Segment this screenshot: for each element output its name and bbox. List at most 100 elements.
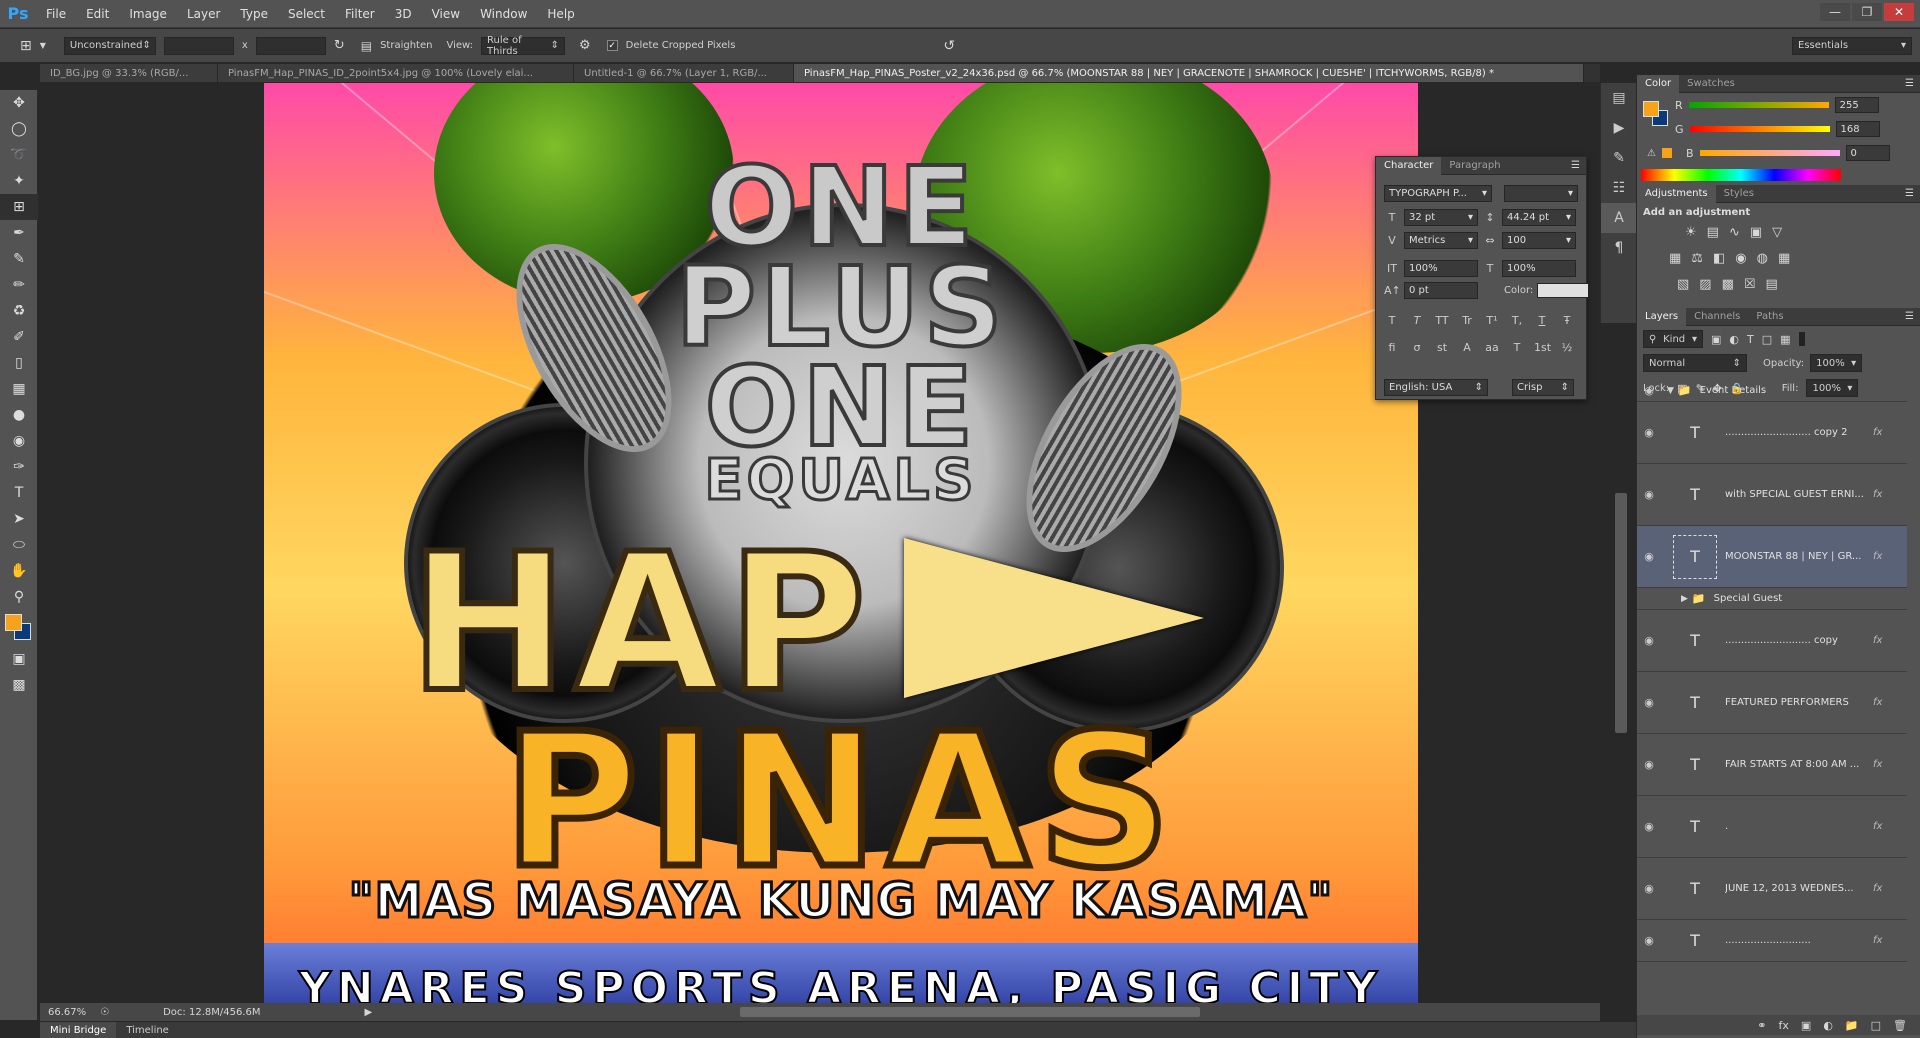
menu-edit[interactable]: Edit [76, 7, 119, 21]
fx-icon[interactable]: fx [1873, 821, 1882, 832]
eye-icon[interactable]: ◉ [1637, 882, 1661, 895]
font-style-select[interactable]: ▾ [1504, 185, 1578, 202]
ellipse-tool-icon[interactable]: ⬭ [0, 532, 38, 558]
layer-group-special-guest[interactable]: ▶ 📁 Special Guest [1637, 588, 1907, 610]
opacity-field[interactable]: 100% ▾ [1810, 354, 1863, 372]
chevron-down-icon[interactable]: ▼ [1667, 386, 1674, 396]
threshold-icon[interactable]: ▩ [1722, 277, 1734, 292]
tab-id-bg[interactable]: ID_BG.jpg @ 33.3% (RGB/... [40, 64, 218, 82]
faux-italic-icon[interactable]: T [1409, 314, 1425, 327]
subscript-icon[interactable]: T, [1509, 314, 1525, 327]
marquee-tool-icon[interactable]: ◯ [0, 116, 38, 142]
tab-id-2point5x4[interactable]: PinasFM_Hap_PINAS_ID_2point5x4.jpg @ 100… [218, 64, 574, 82]
text-color-swatch[interactable] [1537, 283, 1590, 298]
add-style-icon[interactable]: fx [1779, 1019, 1789, 1032]
opentype-titling-icon[interactable]: aa [1484, 341, 1500, 354]
character-icon[interactable]: A [1601, 203, 1637, 233]
link-layers-icon[interactable]: ⚭ [1757, 1019, 1766, 1032]
red-slider[interactable] [1688, 102, 1829, 108]
font-size-field[interactable]: 32 pt ▾ [1404, 209, 1478, 226]
color-lookup-icon[interactable]: ▦ [1778, 251, 1790, 266]
fx-icon[interactable]: fx [1873, 759, 1882, 770]
menu-select[interactable]: Select [278, 7, 335, 21]
fx-icon[interactable]: fx [1873, 427, 1882, 438]
kerning-field[interactable]: Metrics ▾ [1404, 232, 1478, 249]
color-balance-icon[interactable]: ⚖ [1691, 251, 1703, 266]
underline-icon[interactable]: T [1534, 314, 1550, 327]
tab-layers[interactable]: Layers [1637, 307, 1687, 326]
workspace-select[interactable]: Essentials ▾ [1792, 36, 1912, 55]
opentype-swash-icon[interactable]: st [1434, 341, 1450, 354]
eye-icon[interactable]: ◉ [1637, 426, 1661, 439]
layer-group-event-details[interactable]: ◉ ▼ 📁 Event Details [1637, 380, 1907, 402]
opentype-ligature-icon[interactable]: fi [1384, 341, 1400, 354]
layer-item[interactable]: ◉ T FAIR STARTS AT 8:00 AM ... fx [1637, 734, 1907, 796]
magic-wand-tool-icon[interactable]: ✦ [0, 168, 38, 194]
fx-icon[interactable]: fx [1873, 935, 1882, 946]
channel-mixer-icon[interactable]: ◍ [1757, 251, 1768, 266]
new-layer-icon[interactable]: □ [1871, 1019, 1881, 1032]
crop-tool-icon[interactable]: ⊞ [0, 194, 38, 220]
blue-value[interactable]: 0 [1845, 145, 1890, 161]
fx-icon[interactable]: fx [1873, 489, 1882, 500]
straighten-button[interactable]: Straighten [380, 40, 432, 51]
filter-toggle[interactable] [1798, 332, 1805, 346]
eyedropper-tool-icon[interactable]: ✒ [0, 220, 38, 246]
menu-type[interactable]: Type [230, 7, 278, 21]
curves-icon[interactable]: ∿ [1729, 225, 1740, 240]
tab-paths[interactable]: Paths [1748, 308, 1791, 326]
green-value[interactable]: 168 [1835, 121, 1880, 137]
opentype-alternates-icon[interactable]: A [1459, 341, 1475, 354]
horizontal-scrollbar[interactable] [740, 1007, 1200, 1017]
leading-field[interactable]: 44.24 pt ▾ [1502, 209, 1576, 226]
gear-icon[interactable]: ⚙ [579, 38, 591, 53]
actions-icon[interactable]: ▶ [1601, 113, 1637, 143]
filter-adjustment-icon[interactable]: ◐ [1729, 333, 1739, 346]
layer-item-selected[interactable]: ◉ T MOONSTAR 88 | NEY | GR... fx [1637, 526, 1907, 588]
add-mask-icon[interactable]: ▣ [1801, 1019, 1811, 1032]
tab-untitled-1[interactable]: Untitled-1 @ 66.7% (Layer 1, RGB/... [574, 64, 794, 82]
height-field[interactable] [255, 36, 326, 55]
filter-smart-object-icon[interactable]: ▦ [1780, 333, 1790, 346]
opentype-ornaments-icon[interactable]: T [1509, 341, 1525, 354]
fx-icon[interactable]: fx [1873, 551, 1882, 562]
invert-icon[interactable]: ▧ [1677, 277, 1689, 292]
menu-file[interactable]: File [36, 7, 76, 21]
vertical-scale-field[interactable]: 100% [1404, 260, 1478, 277]
opentype-discretionary-icon[interactable]: σ [1409, 341, 1425, 354]
history-icon[interactable]: ▤ [1601, 83, 1637, 113]
layer-item[interactable]: ◉ T ........................... copy fx [1637, 610, 1907, 672]
color-fg-swatch[interactable] [1643, 101, 1659, 117]
dodge-tool-icon[interactable]: ◉ [0, 428, 38, 454]
width-field[interactable] [163, 36, 234, 55]
lasso-tool-icon[interactable]: ➰ [0, 142, 38, 168]
zoom-level[interactable]: 66.67% [48, 1007, 86, 1018]
tab-mini-bridge[interactable]: Mini Bridge [40, 1022, 117, 1038]
filter-pixel-icon[interactable]: ▣ [1711, 333, 1721, 346]
photo-filter-icon[interactable]: ◉ [1735, 251, 1746, 266]
filter-shape-icon[interactable]: □ [1762, 333, 1772, 346]
properties-icon[interactable]: ☷ [1601, 173, 1637, 203]
tab-poster-psd[interactable]: PinasFM_Hap_PINAS_Poster_v2_24x36.psd @ … [794, 64, 1584, 82]
gamut-swatch[interactable] [1661, 148, 1672, 158]
opentype-ordinals-icon[interactable]: 1st [1534, 341, 1551, 354]
vibrance-icon[interactable]: ▽ [1772, 225, 1782, 240]
screen-mode-icon[interactable]: ▩ [0, 672, 38, 698]
canvas-area[interactable]: ONE PLUS ONE EQUALS HAP PINAS "MAS MASAY… [39, 83, 1627, 1003]
zoom-tool-icon[interactable]: ⚲ [0, 584, 38, 610]
menu-image[interactable]: Image [119, 7, 177, 21]
swap-icon[interactable]: ↻ [334, 38, 345, 53]
status-info-icon[interactable]: ☉ [100, 1007, 109, 1018]
status-menu-arrow-icon[interactable]: ▶ [365, 1007, 373, 1018]
language-select[interactable]: English: USA ⇕ [1384, 379, 1488, 396]
tracking-field[interactable]: 100 ▾ [1502, 232, 1576, 249]
overlay-select[interactable]: Rule of Thirds ⇕ [481, 35, 566, 57]
panel-menu-icon[interactable]: ☰ [1905, 188, 1914, 199]
panel-menu-icon[interactable]: ☰ [1905, 78, 1914, 89]
green-slider[interactable] [1689, 126, 1830, 132]
tab-styles[interactable]: Styles [1716, 185, 1762, 203]
delete-layer-icon[interactable]: 🗑 [1893, 1019, 1907, 1032]
layer-item[interactable]: ◉ T ........................... copy 2 f… [1637, 402, 1907, 464]
eye-icon[interactable]: ◉ [1637, 384, 1661, 397]
gradient-map-icon[interactable]: ▤ [1766, 277, 1778, 292]
